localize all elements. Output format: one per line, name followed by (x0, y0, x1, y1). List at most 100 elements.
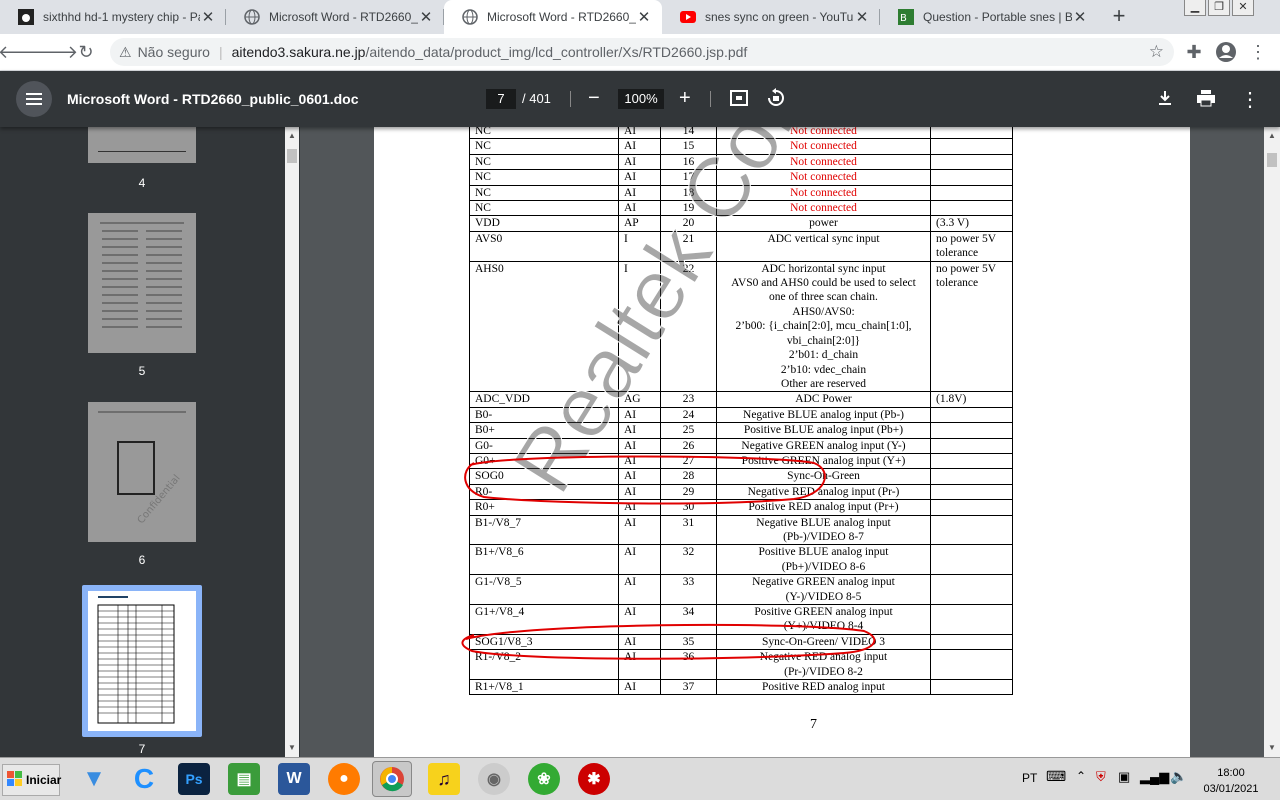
scroll-thumb[interactable] (1267, 153, 1277, 167)
app-icon-10[interactable]: ❀ (528, 763, 560, 795)
scroll-down-icon[interactable]: ▼ (1268, 743, 1276, 752)
tab-0[interactable]: sixthhd hd-1 mystery chip - Pag ✕ (0, 0, 226, 34)
windows-logo-icon (7, 770, 23, 790)
pdf-page: NC AI 14 Not connected NC AI 15 Not connected NC… (374, 127, 1190, 757)
url-host: aitendo3.sakura.ne.jp (231, 44, 366, 60)
tab-title: snes sync on green - YouTube (705, 10, 854, 24)
tab-title: sixthhd hd-1 mystery chip - Pag (43, 10, 200, 24)
close-icon[interactable]: ✕ (200, 8, 216, 26)
thumbnail-label: 7 (138, 742, 146, 756)
tab-strip: sixthhd hd-1 mystery chip - Pag ✕ Micros… (0, 0, 1280, 34)
app-icon-4[interactable]: ▤ (228, 763, 260, 795)
zoom-input[interactable]: 100% (618, 89, 664, 109)
close-icon[interactable]: ✕ (418, 8, 434, 26)
document-title: Microsoft Word - RTD2660_public_0601.doc (67, 91, 359, 107)
volume-icon[interactable]: 🔈 (1170, 768, 1187, 785)
sidebar-menu-button[interactable] (16, 81, 52, 117)
thumbnail-sidebar: 4 5 Confidential 6 7 (0, 127, 300, 757)
fit-page-icon[interactable] (730, 89, 748, 113)
sog1-circle-annotation (461, 623, 876, 660)
close-icon[interactable]: ✕ (854, 8, 870, 26)
warning-icon[interactable]: ⚠ (119, 44, 132, 61)
tab-3[interactable]: snes sync on green - YouTube ✕ (662, 0, 880, 34)
sidebar-scrollbar[interactable]: ▲ ▼ (285, 127, 299, 757)
keyboard-icon[interactable]: ⌨ (1046, 768, 1066, 785)
thumbnail-label: 4 (138, 176, 146, 190)
device-icon[interactable]: ▣ (1118, 769, 1130, 785)
youtube-icon (680, 9, 696, 25)
clock[interactable]: 18:00 03/01/2021 (1196, 765, 1266, 797)
taskbar: Iniciar ▼ C Ps ▤ W ● ♫ ◉ ❀ ✱ PT ⌨ ⌃ ⛨ ▣ … (0, 757, 1280, 800)
extensions-icon[interactable]: ✚ (1180, 38, 1208, 66)
scroll-down-icon[interactable]: ▼ (288, 743, 296, 752)
show-hidden-icons[interactable]: ⌃ (1076, 769, 1086, 783)
close-icon[interactable]: ✕ (636, 8, 652, 26)
disc-app-icon[interactable]: ◉ (478, 763, 510, 795)
viewer-scrollbar[interactable]: ▲ ▼ (1264, 127, 1280, 757)
globe-icon (462, 9, 478, 25)
thumbnail-label: 6 (138, 553, 146, 567)
close-icon[interactable]: ✕ (1072, 8, 1088, 26)
zoom-in-button[interactable]: + (679, 87, 691, 110)
tab-title: Microsoft Word - RTD2660_pub (269, 10, 418, 24)
chrome-icon[interactable] (372, 761, 412, 797)
divider (570, 91, 571, 107)
page-number-input[interactable]: 7 (486, 89, 516, 109)
minimize-button[interactable]: ▁ (1184, 0, 1206, 16)
not-secure-label[interactable]: Não seguro (138, 44, 210, 60)
pdf-viewer: NC AI 14 Not connected NC AI 15 Not connected NC… (300, 127, 1264, 757)
page-thumbnail[interactable]: Confidential (88, 402, 196, 542)
sog0-circle-annotation (464, 455, 826, 505)
svg-text:B: B (900, 13, 907, 24)
time: 18:00 (1217, 767, 1245, 779)
tab-2[interactable]: Microsoft Word - RTD2660_pub ✕ (444, 0, 662, 34)
start-label: Iniciar (26, 773, 62, 787)
profile-icon[interactable] (1212, 38, 1240, 66)
divider: | (218, 44, 223, 60)
globe-icon (244, 9, 260, 25)
network-icon[interactable]: ▂▄▆ (1140, 769, 1169, 785)
more-options-icon[interactable]: ⋮ (1240, 87, 1260, 112)
start-button[interactable]: Iniciar (2, 764, 62, 796)
print-icon[interactable] (1196, 89, 1216, 113)
rotate-icon[interactable] (766, 88, 786, 114)
page-thumbnail[interactable] (88, 213, 196, 353)
language-indicator[interactable]: PT (1022, 771, 1037, 785)
red-annotation-layer (461, 455, 876, 660)
tab-title: Microsoft Word - RTD2660_pub (487, 10, 636, 24)
restore-button[interactable]: ❐ (1208, 0, 1230, 16)
app-icon-11[interactable]: ✱ (578, 763, 610, 795)
reddit-icon (18, 9, 34, 25)
forward-button[interactable]: 🡒 (30, 38, 78, 66)
page-total: / 401 (522, 91, 551, 106)
browser-toolbar: 🡐 🡒 ↻ ⚠ Não seguro | aitendo3.sakura.ne.… (0, 34, 1280, 71)
close-window-button[interactable]: ✕ (1232, 0, 1254, 16)
security-icon[interactable]: ⛨ (1096, 769, 1106, 785)
scroll-up-icon[interactable]: ▲ (288, 131, 296, 140)
app-icon-2[interactable]: C (128, 763, 160, 795)
download-icon[interactable] (1156, 89, 1174, 113)
url-path: /aitendo_data/product_img/lcd_controller… (365, 44, 748, 60)
pdf-toolbar: Microsoft Word - RTD2660_public_0601.doc… (0, 71, 1280, 127)
page-thumbnail[interactable] (88, 591, 196, 731)
tab-title: Question - Portable snes | BitBu (923, 10, 1072, 24)
address-bar[interactable]: ⚠ Não seguro | aitendo3.sakura.ne.jp /ai… (110, 38, 1174, 66)
date: 03/01/2021 (1203, 783, 1259, 795)
scroll-up-icon[interactable]: ▲ (1268, 131, 1276, 140)
menu-icon[interactable]: ⋮ (1244, 38, 1272, 66)
audio-app-icon[interactable]: ♫ (428, 763, 460, 795)
app-icon-1[interactable]: ▼ (78, 763, 110, 795)
word-icon[interactable]: W (278, 763, 310, 795)
reload-button[interactable]: ↻ (72, 38, 100, 66)
thumbnail-label: 5 (138, 364, 146, 378)
firefox-icon[interactable]: ● (328, 763, 360, 795)
tab-1[interactable]: Microsoft Word - RTD2660_pub ✕ (226, 0, 444, 34)
page-thumbnail[interactable] (88, 127, 196, 163)
photoshop-icon[interactable]: Ps (178, 763, 210, 795)
zoom-out-button[interactable]: − (588, 87, 600, 110)
scroll-thumb[interactable] (287, 149, 297, 163)
divider (710, 91, 711, 107)
new-tab-button[interactable]: + (1108, 5, 1130, 28)
tab-4[interactable]: B Question - Portable snes | BitBu ✕ (880, 0, 1098, 34)
bookmark-star-icon[interactable]: ☆ (1149, 42, 1164, 62)
